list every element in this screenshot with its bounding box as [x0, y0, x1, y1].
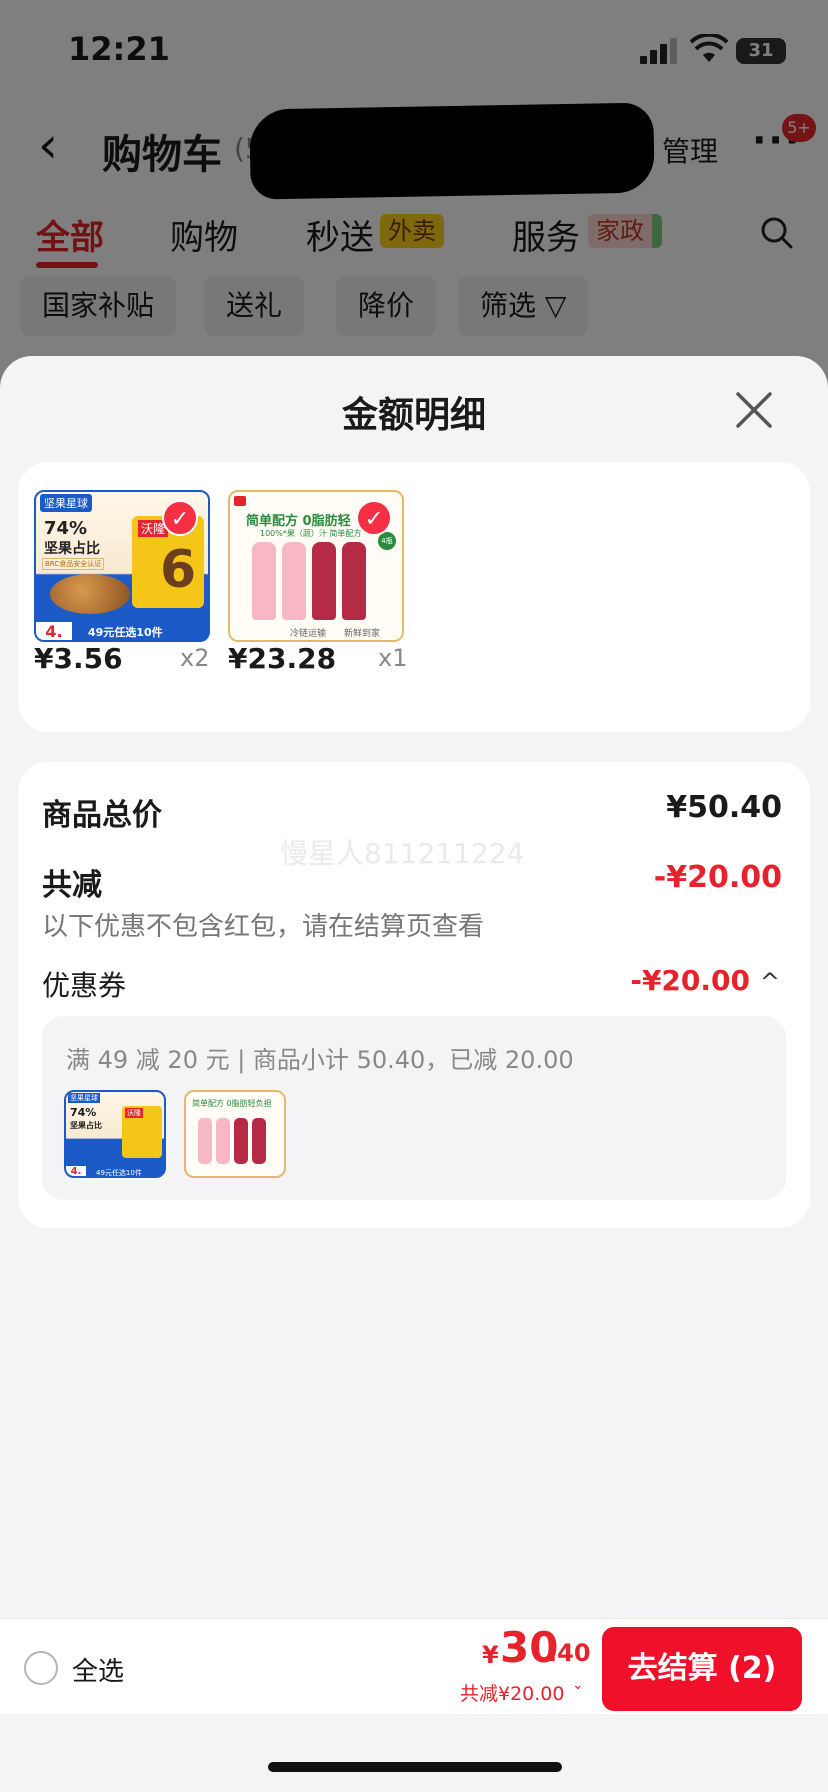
thumb-bottle [282, 542, 306, 620]
saved-amount[interactable]: 共减¥20.00 [460, 1679, 564, 1706]
thumb-price-tag: 4. [36, 622, 72, 640]
products-card: 坚果星球 74% 坚果占比 BRC食品安全认证 沃隆 6 4. 49元任选10件… [18, 462, 810, 732]
thumb-promo-text: 49元任选10件 [88, 626, 163, 639]
mini-thumb-package: 沃隆 [122, 1106, 162, 1158]
mini-thumb-headline: 简单配方 0脂肪轻负担 [192, 1099, 272, 1108]
mini-thumb-promo: 49元任选10件 [96, 1169, 142, 1177]
home-indicator[interactable] [268, 1762, 562, 1772]
chevron-down-icon[interactable]: ⌄ [572, 1677, 584, 1693]
product-quantity: x2 [180, 644, 210, 672]
home-area [0, 1714, 828, 1792]
coupon-detail-box: 满 49 减 20 元 | 商品小计 50.40，已减 20.00 坚果星球 7… [42, 1016, 786, 1200]
mini-thumb-bottle [252, 1118, 266, 1164]
thumb-cold-chain: 冷链运输 [290, 629, 327, 639]
coupon-product-thumb-nuts: 坚果星球 74% 坚果占比 沃隆 4. 49元任选10件 [64, 1090, 166, 1178]
thumb-cert: BRC食品安全认证 [42, 558, 105, 570]
thumb-percent: 74% [44, 518, 88, 539]
checkout-button[interactable]: 去结算 (2) [602, 1627, 802, 1711]
mini-thumb-price: 4. [66, 1166, 86, 1176]
discount-label: 共减 [42, 868, 102, 903]
selected-check-icon: ✓ [356, 500, 392, 536]
price-summary-card: 商品总价 ¥50.40 慢星人811211224 共减 -¥20.00 以下优惠… [18, 762, 810, 1228]
goods-total-value: ¥50.40 [666, 790, 782, 825]
total-currency: ¥ [482, 1641, 499, 1669]
mini-thumb-percent: 74% [70, 1106, 97, 1119]
mini-thumb-tag: 坚果星球 [68, 1093, 100, 1103]
product-price: ¥3.56 [34, 642, 123, 675]
total-decimal: .40 [548, 1639, 591, 1667]
thumb-bottle [342, 542, 366, 620]
mini-thumb-bottle [216, 1118, 230, 1164]
goods-total-label: 商品总价 [42, 798, 162, 833]
mini-thumb-bottle [198, 1118, 212, 1164]
thumb-brand-tag: 坚果星球 [40, 494, 92, 512]
mini-thumb-bottle [234, 1118, 248, 1164]
coupon-label: 优惠券 [42, 969, 127, 1002]
thumb-bottle [252, 542, 276, 620]
thumb-nuts-bowl [50, 574, 130, 614]
coupon-product-thumb-juice: 简单配方 0脂肪轻负担 [184, 1090, 286, 1178]
checkout-bar: 全选 ¥ 30 .40 共减¥20.00 ⌄ 去结算 (2) [0, 1618, 828, 1714]
close-icon[interactable] [732, 388, 776, 432]
sheet-title: 金额明细 [341, 395, 486, 436]
thumb-subline: 100%*果（蔬）汁 简单配方 [260, 529, 362, 538]
mini-thumb-line: 坚果占比 [70, 1121, 102, 1130]
coupon-value[interactable]: -¥20.00 [630, 964, 750, 997]
product-quantity: x1 [378, 644, 408, 672]
thumb-line: 坚果占比 [44, 541, 100, 557]
thumb-bottle [312, 542, 336, 620]
chevron-up-icon[interactable]: ^ [760, 968, 780, 996]
discount-value: -¥20.00 [653, 860, 782, 895]
thumb-fresh: 新鲜到家 [344, 629, 381, 639]
select-all-radio[interactable] [24, 1651, 58, 1685]
mini-thumb-brand: 沃隆 [125, 1108, 143, 1118]
thumb-package-number: 6 [160, 540, 197, 600]
thumb-logo [234, 496, 246, 506]
coupon-detail-text: 满 49 减 20 元 | 商品小计 50.40，已减 20.00 [66, 1046, 574, 1074]
discount-note: 以下优惠不包含红包，请在结算页查看 [42, 912, 485, 942]
watermark: 慢星人811211224 [280, 837, 525, 870]
amount-detail-sheet: 金额明细 坚果星球 74% 坚果占比 BRC食品安全认证 沃隆 6 4. 49元… [0, 356, 828, 1792]
thumb-headline: 简单配方 0脂肪轻 [246, 514, 351, 529]
product-price: ¥23.28 [228, 642, 337, 675]
selected-check-icon: ✓ [162, 500, 198, 536]
select-all-label[interactable]: 全选 [72, 1651, 124, 1688]
